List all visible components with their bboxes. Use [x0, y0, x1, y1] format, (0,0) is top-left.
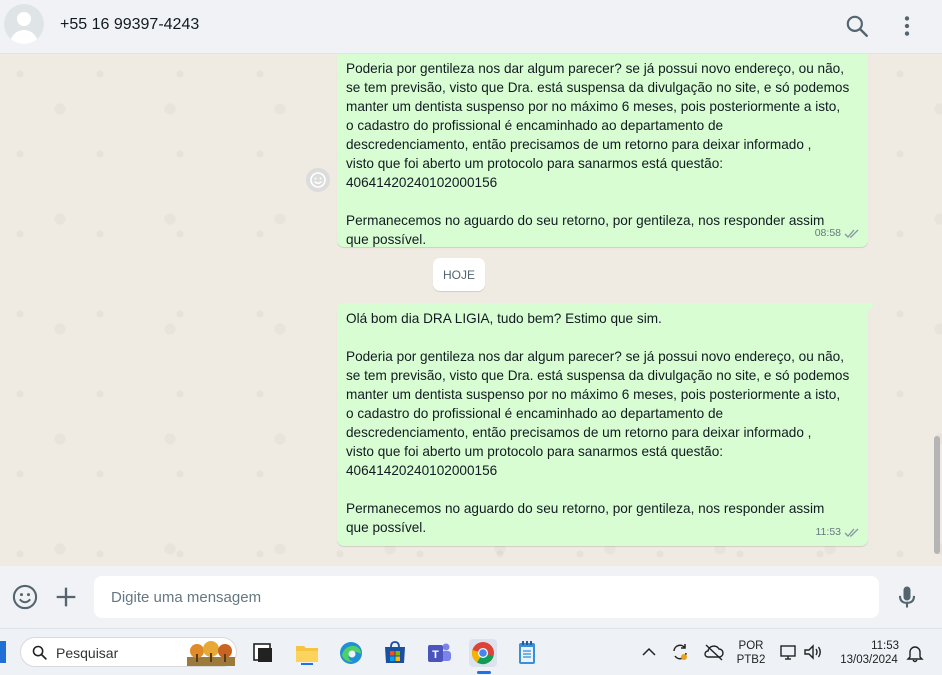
smiley-icon	[310, 172, 326, 188]
message-line: Olá bom dia DRA LIGIA, tudo bem? Estimo …	[346, 311, 662, 326]
start-button[interactable]	[0, 641, 6, 663]
clock-date: 13/03/2024	[840, 654, 898, 666]
os-taskbar: Pesquisar T POR PTB2 11:53 13/03/2024	[0, 628, 942, 675]
contact-avatar[interactable]	[4, 4, 44, 44]
contact-name[interactable]: +55 16 99397-4243	[60, 16, 199, 34]
message-time: 08:58	[814, 227, 841, 239]
message-line	[346, 192, 859, 211]
message-line: Permanecemos no aguardo do seu retorno, …	[346, 213, 825, 228]
plus-icon[interactable]	[52, 583, 80, 611]
message-time: 11:53	[815, 526, 842, 538]
emoji-icon[interactable]	[11, 583, 39, 611]
message-line: se tem previsão, visto que Dra. está sus…	[346, 80, 850, 95]
date-separator: HOJE	[433, 258, 485, 291]
message-line	[346, 480, 859, 499]
task-view-icon[interactable]	[249, 639, 277, 667]
message-line: Permanecemos no aguardo do seu retorno, …	[346, 501, 825, 516]
chrome-browser-icon[interactable]	[469, 639, 497, 667]
search-highlight-icon	[187, 641, 235, 666]
message-line: que possível.	[346, 520, 427, 535]
message-line: 40641420240102000156	[346, 175, 498, 190]
message-composer	[0, 566, 942, 628]
message-line: Poderia por gentileza nos dar algum pare…	[346, 61, 845, 76]
notepad-icon[interactable]	[513, 639, 541, 667]
avatar-head	[17, 12, 31, 26]
keyboard-layout: PTB2	[736, 654, 766, 666]
message-line: manter um dentista suspenso por no máxim…	[346, 387, 841, 402]
read-ticks-icon	[844, 229, 859, 238]
file-explorer-icon[interactable]	[293, 639, 321, 667]
message-line: se tem previsão, visto que Dra. está sus…	[346, 368, 850, 383]
message-line: descredenciamento, então precisamos de u…	[346, 137, 812, 152]
react-emoji-button[interactable]	[306, 168, 330, 192]
input-language[interactable]: POR PTB2	[732, 639, 770, 667]
message-line: manter um dentista suspenso por no máxim…	[346, 99, 841, 114]
message-meta: 11:53	[816, 523, 861, 542]
bubble-tail	[868, 303, 876, 311]
read-ticks-icon	[844, 528, 859, 537]
chat-header: +55 16 99397-4243	[0, 0, 942, 54]
message-input[interactable]	[94, 576, 879, 618]
taskbar-search-label: Pesquisar	[56, 645, 119, 661]
message-line: o cadastro do profissional é encaminhado…	[346, 406, 724, 421]
message-line	[346, 328, 859, 347]
chat-scrollbar[interactable]	[934, 436, 940, 554]
message-line: descredenciamento, então precisamos de u…	[346, 425, 812, 440]
menu-dots-icon[interactable]	[894, 13, 920, 39]
message-line: Poderia por gentileza nos dar algum pare…	[346, 349, 845, 364]
language-code: POR	[738, 640, 764, 652]
message-line: que possível.	[346, 232, 427, 247]
teams-icon[interactable]: T	[425, 639, 453, 667]
message-bubble[interactable]: Olá bom dia DRA LIGIA, tudo bem? Estimo …	[337, 303, 876, 546]
chat-area[interactable]: Poderia por gentileza nos dar algum pare…	[0, 54, 942, 566]
message-line: visto que foi aberto um protocolo para s…	[346, 156, 724, 171]
search-icon[interactable]	[844, 13, 870, 39]
taskbar-clock[interactable]: 11:53 13/03/2024	[834, 639, 904, 667]
search-icon	[32, 645, 47, 660]
cloud-offline-icon[interactable]	[703, 642, 725, 662]
sync-icon[interactable]	[670, 642, 690, 662]
message-bubble[interactable]: Poderia por gentileza nos dar algum pare…	[337, 54, 868, 247]
message-line: visto que foi aberto um protocolo para s…	[346, 444, 724, 459]
clock-time: 11:53	[871, 640, 899, 652]
notification-bell-icon[interactable]	[906, 643, 924, 663]
active-app-indicator	[477, 671, 491, 674]
volume-icon[interactable]	[803, 643, 823, 661]
message-line: o cadastro do profissional é encaminhado…	[346, 118, 724, 133]
svg-text:T: T	[432, 649, 439, 661]
message-meta: 08:58	[815, 224, 860, 243]
microphone-icon[interactable]	[893, 583, 921, 611]
network-icon[interactable]	[779, 643, 799, 661]
message-line: 40641420240102000156	[346, 463, 498, 478]
avatar-body	[10, 30, 38, 44]
chevron-up-icon[interactable]	[641, 645, 657, 659]
taskbar-search[interactable]: Pesquisar	[20, 637, 237, 667]
edge-browser-icon[interactable]	[337, 639, 365, 667]
microsoft-store-icon[interactable]	[381, 639, 409, 667]
